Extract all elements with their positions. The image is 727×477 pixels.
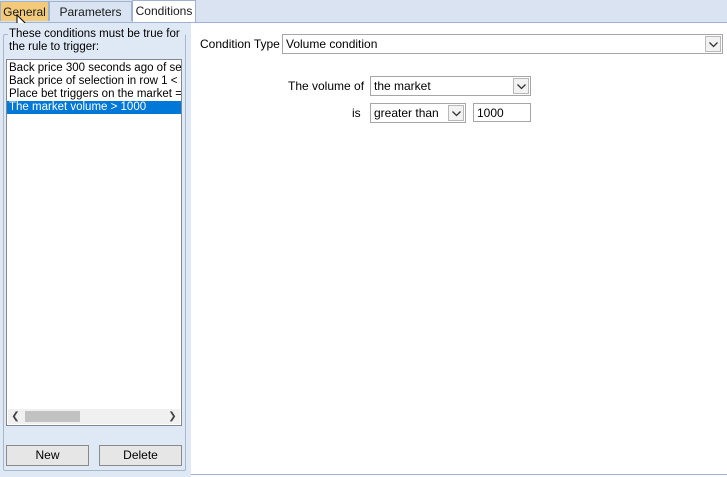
list-item[interactable]: Back price of selection in row 1 < Ba xyxy=(7,75,181,88)
tab-conditions[interactable]: Conditions xyxy=(132,0,196,22)
chevron-down-icon[interactable] xyxy=(705,36,721,52)
conditions-list[interactable]: Back price 300 seconds ago of selec Back… xyxy=(6,59,182,426)
chevron-down-icon[interactable] xyxy=(448,105,464,121)
volume-value-field[interactable] xyxy=(474,104,530,121)
horizontal-scrollbar[interactable]: ❮ ❯ xyxy=(8,409,180,424)
list-item-selected[interactable]: The market volume > 1000 xyxy=(7,101,181,114)
chevron-down-icon[interactable] xyxy=(513,78,529,94)
condition-type-select[interactable]: Volume condition xyxy=(282,34,723,54)
delete-button[interactable]: Delete xyxy=(99,445,182,466)
condition-type-label: Condition Type xyxy=(200,37,280,51)
volume-value-input[interactable] xyxy=(473,103,531,122)
condition-type-value: Volume condition xyxy=(286,37,378,51)
list-item[interactable]: Back price 300 seconds ago of selec xyxy=(7,62,181,75)
operator-select[interactable]: greater than xyxy=(370,103,466,123)
volume-of-value: the market xyxy=(374,79,431,93)
volume-of-select[interactable]: the market xyxy=(370,76,531,96)
conditions-caption: These conditions must be true for the ru… xyxy=(8,28,185,54)
list-item[interactable]: Place bet triggers on the market = 0 xyxy=(7,88,181,101)
tab-strip: General Parameters Conditions xyxy=(0,0,727,23)
volume-of-label: The volume of xyxy=(288,79,365,93)
tab-parameters[interactable]: Parameters xyxy=(49,1,132,21)
is-label: is xyxy=(352,106,361,120)
operator-value: greater than xyxy=(374,106,439,120)
scroll-left-icon[interactable]: ❮ xyxy=(8,409,23,424)
divider xyxy=(191,474,727,475)
scrollbar-thumb[interactable] xyxy=(25,411,80,422)
scroll-right-icon[interactable]: ❯ xyxy=(165,409,180,424)
new-button[interactable]: New xyxy=(6,445,89,466)
